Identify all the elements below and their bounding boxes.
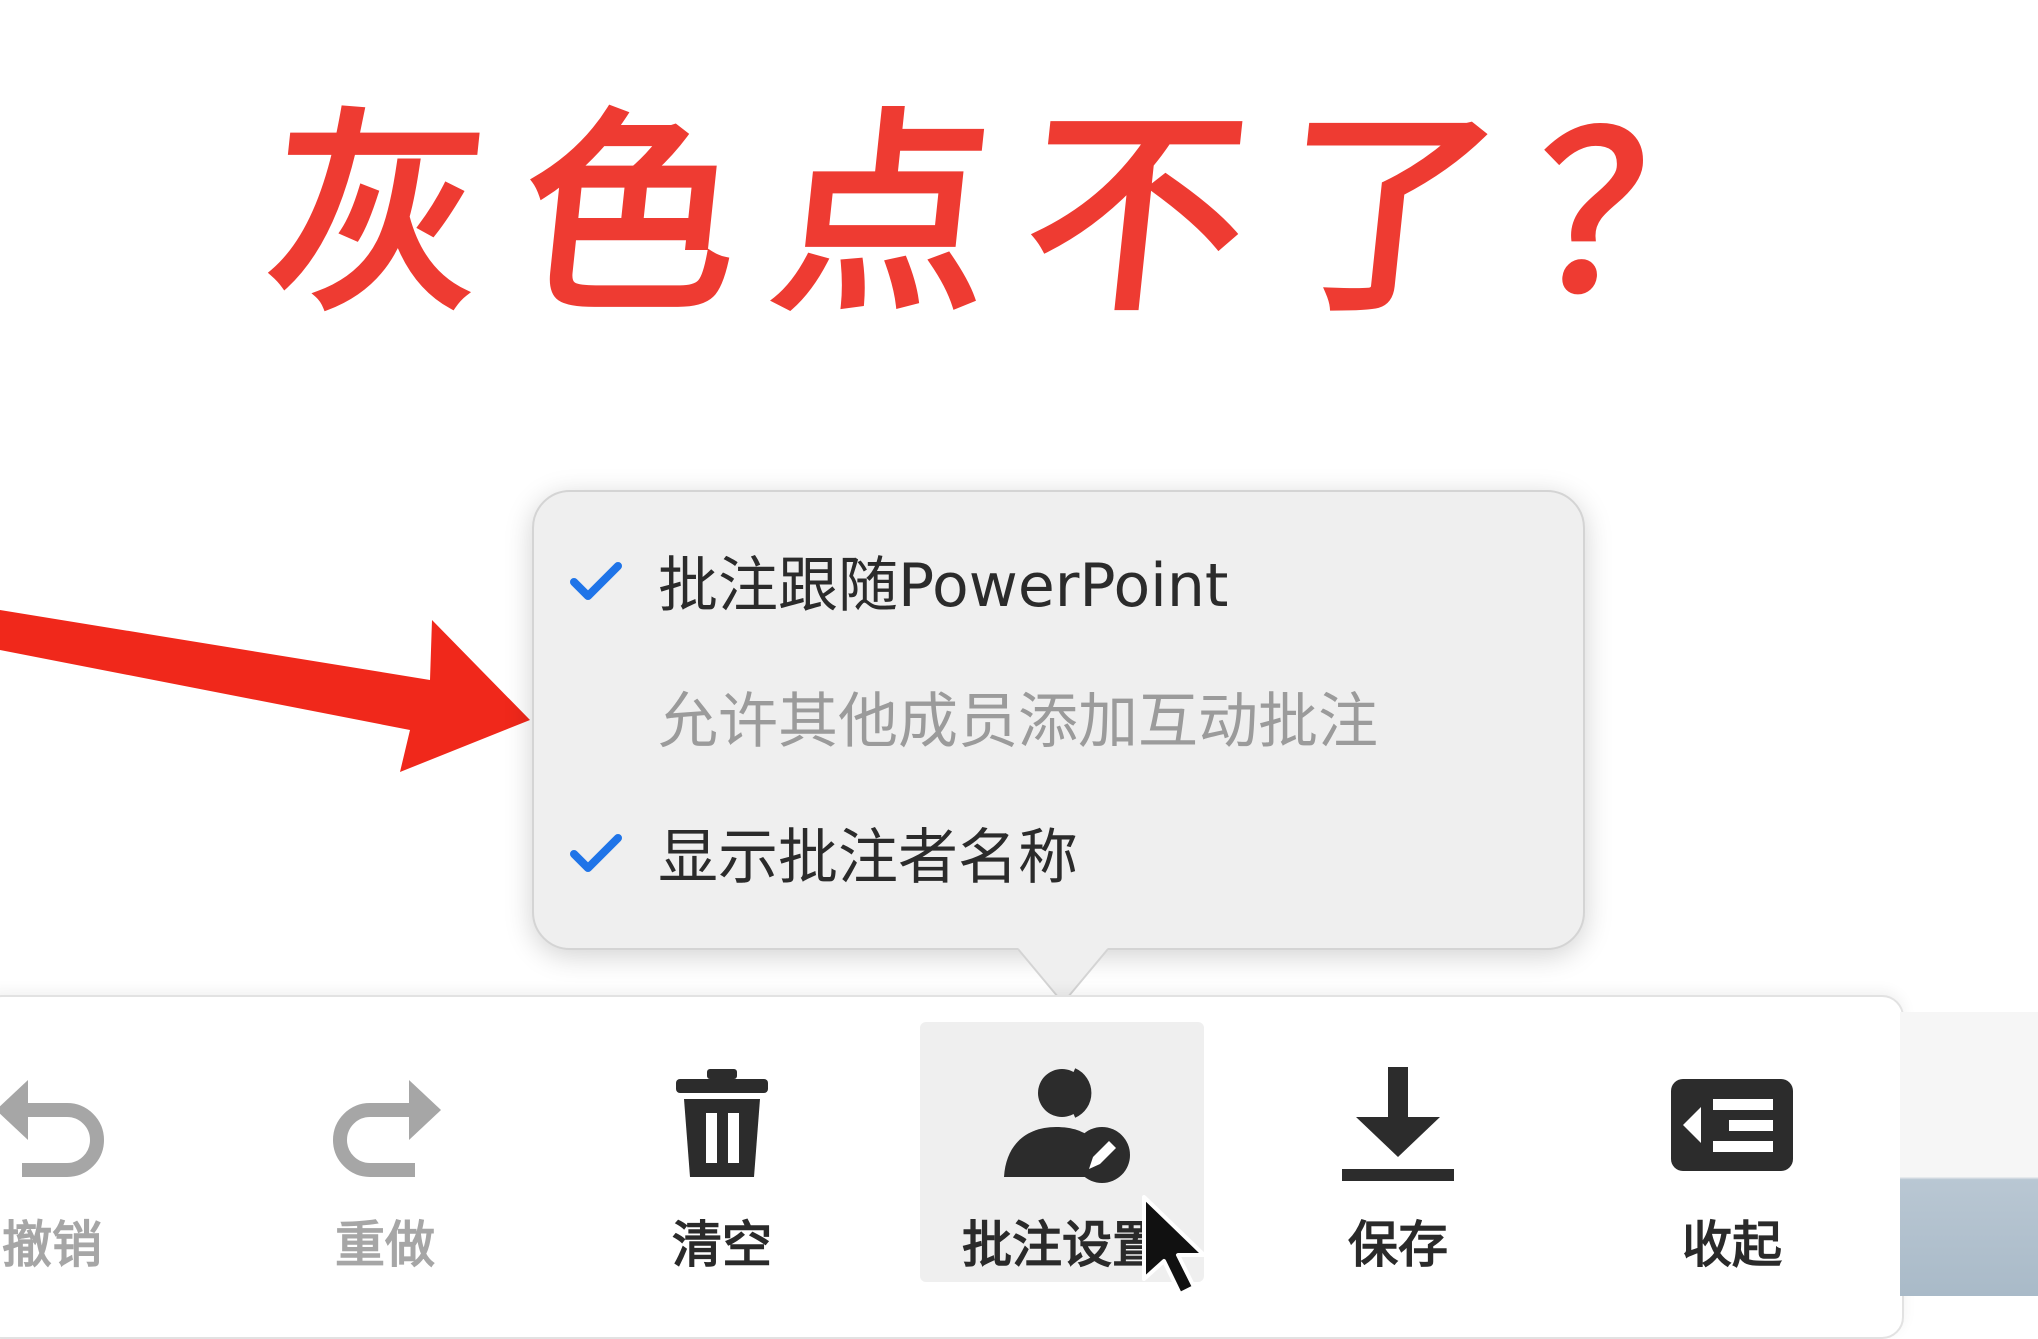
- redo-icon: [315, 1062, 455, 1187]
- clear-button[interactable]: 清空: [580, 1022, 864, 1282]
- annotation-settings-label: 批注设置: [962, 1216, 1162, 1274]
- red-arrow-annotation: [0, 610, 530, 772]
- menu-item-label: 批注跟随PowerPoint: [658, 550, 1229, 621]
- redo-label: 重做: [335, 1216, 435, 1274]
- save-button[interactable]: 保存: [1256, 1022, 1540, 1282]
- trash-icon: [652, 1062, 792, 1187]
- menu-item-show-annotator-name[interactable]: 显示批注者名称: [554, 802, 1078, 902]
- menu-item-label: 显示批注者名称: [658, 822, 1078, 893]
- collapse-button[interactable]: 收起: [1590, 1022, 1874, 1282]
- annotation-settings-popover: 批注跟随PowerPoint 允许其他成员添加互动批注 显示批注者名称: [532, 490, 1585, 950]
- redo-button[interactable]: 重做: [243, 1022, 527, 1282]
- collapse-panel-icon: [1662, 1062, 1802, 1187]
- menu-check-placeholder: [568, 688, 624, 744]
- background-window-strip: [1900, 1012, 2038, 1296]
- menu-item-follow-powerpoint[interactable]: 批注跟随PowerPoint: [554, 530, 1228, 630]
- collapse-label: 收起: [1682, 1216, 1782, 1274]
- menu-item-allow-interactive-annotations[interactable]: 允许其他成员添加互动批注: [554, 666, 1378, 766]
- menu-item-label: 允许其他成员添加互动批注: [658, 686, 1378, 757]
- user-edit-icon: [992, 1062, 1132, 1187]
- mouse-cursor-icon: [1142, 1195, 1206, 1296]
- save-label: 保存: [1348, 1216, 1448, 1274]
- undo-button[interactable]: 撤销: [0, 1022, 194, 1282]
- undo-label: 撤销: [2, 1216, 102, 1274]
- clear-label: 清空: [672, 1216, 772, 1274]
- checkmark-icon: [568, 824, 624, 880]
- download-icon: [1328, 1062, 1468, 1187]
- checkmark-icon: [568, 552, 624, 608]
- caption-title: 灰色点不了？: [256, 90, 1802, 341]
- undo-icon: [0, 1062, 122, 1187]
